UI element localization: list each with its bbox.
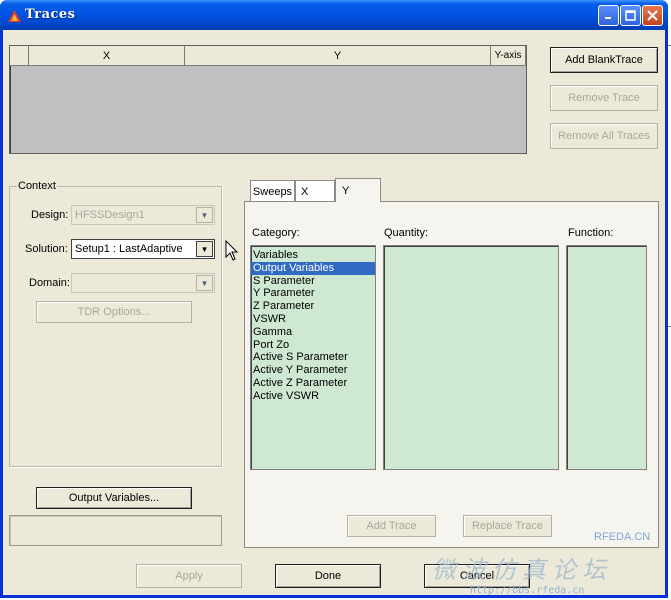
status-box xyxy=(9,515,222,546)
maximize-icon[interactable] xyxy=(620,5,641,26)
category-list[interactable]: Variables Output Variables S Parameter Y Pa… xyxy=(250,245,376,470)
table-corner-cell xyxy=(10,46,29,66)
column-header-y-axis[interactable]: Y-axis xyxy=(491,46,526,66)
traces-table[interactable]: X Y Y-axis xyxy=(9,45,527,154)
category-item[interactable]: VSWR xyxy=(251,313,375,326)
solution-value: Setup1 : LastAdaptive xyxy=(75,243,183,255)
context-group xyxy=(9,186,222,467)
app-icon xyxy=(8,10,21,25)
watermark-url: http://bbs.rfeda.cn xyxy=(470,585,585,596)
category-item[interactable]: Active S Parameter xyxy=(251,351,375,364)
function-label: Function: xyxy=(568,227,614,239)
category-item[interactable]: Z Parameter xyxy=(251,300,375,313)
output-variables-button[interactable]: Output Variables... xyxy=(36,487,192,509)
design-value: HFSSDesign1 xyxy=(75,209,145,221)
watermark-chinese: 微波仿真论坛 xyxy=(432,556,612,584)
context-legend: Context xyxy=(17,180,57,192)
apply-button[interactable]: Apply xyxy=(136,564,242,588)
design-select[interactable]: HFSSDesign1 ▼ xyxy=(71,205,215,225)
done-button[interactable]: Done xyxy=(275,564,381,588)
window-title: Traces xyxy=(25,7,76,22)
category-item[interactable]: Y Parameter xyxy=(251,287,375,300)
column-header-x[interactable]: X xyxy=(29,46,185,66)
category-item[interactable]: Port Zo xyxy=(251,339,375,352)
watermark-brand: RFEDA.CN xyxy=(594,531,651,543)
mouse-cursor-icon xyxy=(225,239,239,265)
quantity-label: Quantity: xyxy=(384,227,429,239)
function-list[interactable] xyxy=(566,245,647,470)
category-label: Category: xyxy=(252,227,300,239)
design-label: Design: xyxy=(31,209,69,221)
remove-trace-button[interactable]: Remove Trace xyxy=(550,85,658,111)
tab-sweeps[interactable]: Sweeps xyxy=(250,180,295,202)
category-item[interactable]: Output Variables xyxy=(251,261,375,275)
solution-select[interactable]: Setup1 : LastAdaptive ▼ xyxy=(71,239,215,259)
category-item[interactable]: Active Y Parameter xyxy=(251,364,375,377)
chevron-down-icon[interactable]: ▼ xyxy=(196,241,213,257)
domain-select[interactable]: ▼ xyxy=(71,273,215,293)
category-item[interactable]: Active VSWR xyxy=(251,390,375,403)
category-item[interactable]: Variables xyxy=(251,249,375,262)
replace-trace-button[interactable]: Replace Trace xyxy=(463,515,552,537)
category-item[interactable]: Active Z Parameter xyxy=(251,377,375,390)
category-item[interactable]: Gamma xyxy=(251,326,375,339)
add-trace-button[interactable]: Add Trace xyxy=(347,515,436,537)
tab-y[interactable]: Y xyxy=(335,178,381,202)
quantity-list[interactable] xyxy=(383,245,559,470)
chevron-down-icon[interactable]: ▼ xyxy=(196,207,213,223)
column-header-y[interactable]: Y xyxy=(185,46,491,66)
add-blank-trace-button[interactable]: Add BlankTrace xyxy=(550,47,658,73)
close-icon[interactable] xyxy=(642,5,663,26)
remove-all-traces-button[interactable]: Remove All Traces xyxy=(550,123,658,149)
category-item[interactable]: S Parameter xyxy=(251,275,375,288)
title-bar[interactable] xyxy=(0,0,668,30)
tdr-options-button[interactable]: TDR Options... xyxy=(36,301,192,323)
tab-x[interactable]: X xyxy=(295,180,335,202)
minimize-icon[interactable] xyxy=(598,5,619,26)
solution-label: Solution: xyxy=(25,243,68,255)
domain-label: Domain: xyxy=(29,277,70,289)
chevron-down-icon[interactable]: ▼ xyxy=(196,275,213,291)
